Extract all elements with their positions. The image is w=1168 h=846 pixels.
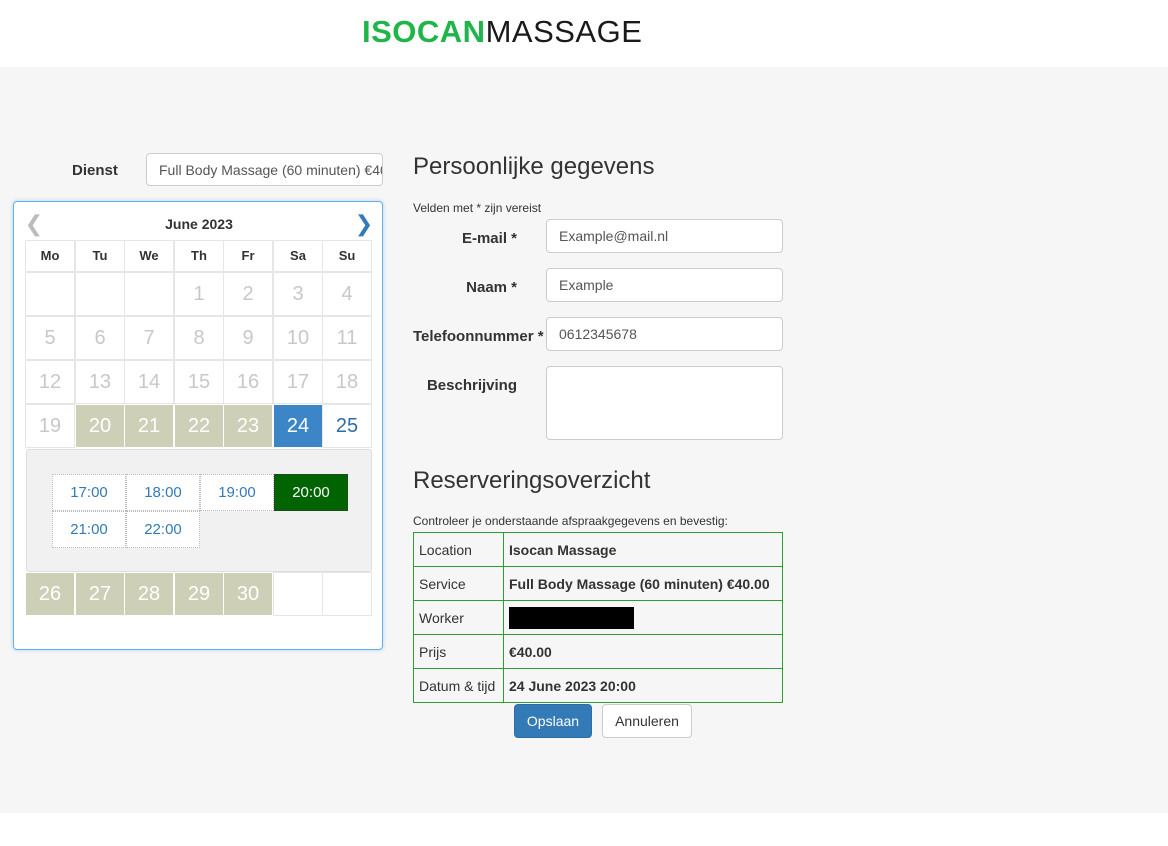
weekday-header: Fr (223, 240, 273, 272)
phone-field[interactable]: 0612345678 (546, 317, 783, 351)
time-slot[interactable]: 17:00 (52, 474, 126, 511)
calendar-day: 9 (223, 316, 273, 360)
calendar-day: 3 (273, 272, 323, 316)
weekday-header: Mo (25, 240, 75, 272)
time-slot[interactable]: 22:00 (126, 511, 200, 548)
table-row: Datum & tijd 24 June 2023 20:00 (413, 668, 783, 703)
overview-key: Datum & tijd (413, 668, 504, 703)
weekday-header: We (124, 240, 174, 272)
calendar-day: 25 (322, 404, 372, 448)
logo-brand-rest: MASSAGE (485, 14, 643, 49)
weekday-header: Su (322, 240, 372, 272)
calendar-day: 19 (25, 404, 75, 448)
calendar-day: 10 (273, 316, 323, 360)
calendar-empty-cell (75, 272, 125, 316)
calendar-day[interactable]: 27 (75, 572, 125, 616)
calendar-day: 6 (75, 316, 125, 360)
calendar-day: 12 (25, 360, 75, 404)
service-select[interactable]: Full Body Massage (60 minuten) €40.00 (146, 153, 383, 186)
time-slot-panel: 17:00 18:00 19:00 20:00 21:00 22:00 (26, 449, 372, 572)
calendar: ❮ June 2023 ❯ Mo Tu We Th Fr Sa Su 1 2 3 4 5 6 7 8 9 10 1… (13, 201, 383, 650)
overview-key: Location (413, 532, 504, 567)
overview-key: Worker (413, 600, 504, 635)
calendar-day: 13 (75, 360, 125, 404)
overview-title: Reserveringsoverzicht (413, 467, 651, 494)
calendar-day: 11 (322, 316, 372, 360)
logo[interactable]: ISOCANMASSAGE (362, 14, 642, 50)
calendar-day[interactable]: 22 (174, 404, 224, 448)
description-label: Beschrijving (426, 377, 517, 394)
description-textarea[interactable] (546, 366, 783, 440)
calendar-day: 5 (25, 316, 75, 360)
calendar-day[interactable]: 26 (25, 572, 75, 616)
calendar-day: 4 (322, 272, 372, 316)
calendar-day[interactable]: 24 (273, 404, 323, 448)
calendar-day[interactable]: 28 (124, 572, 174, 616)
calendar-day: 2 (223, 272, 273, 316)
service-label: Dienst (72, 162, 118, 179)
next-month-icon[interactable]: ❯ (354, 213, 374, 238)
calendar-day: 7 (124, 316, 174, 360)
calendar-day[interactable]: 20 (75, 404, 125, 448)
calendar-day: 8 (174, 316, 224, 360)
calendar-month-title: June 2023 (165, 216, 233, 232)
weekday-header: Th (174, 240, 224, 272)
overview-value: Full Body Massage (60 minuten) €40.00 (503, 566, 783, 601)
calendar-empty-cell (25, 272, 75, 316)
calendar-day: 17 (273, 360, 323, 404)
overview-table: Location Isocan Massage Service Full Bod… (413, 532, 783, 703)
email-field[interactable]: Example@mail.nl (546, 219, 783, 253)
calendar-day[interactable]: 21 (124, 404, 174, 448)
overview-value: €40.00 (503, 634, 783, 669)
name-label: Naam * (466, 279, 517, 296)
overview-value: 24 June 2023 20:00 (503, 668, 783, 703)
calendar-empty-cell (124, 272, 174, 316)
required-fields-note: Velden met * zijn vereist (413, 201, 542, 215)
phone-label: Telefoonnummer * (413, 328, 544, 345)
overview-key: Prijs (413, 634, 504, 669)
save-button[interactable]: Opslaan (514, 704, 592, 738)
table-row: Service Full Body Massage (60 minuten) €… (413, 566, 783, 601)
calendar-day: 1 (174, 272, 224, 316)
header: ISOCANMASSAGE (0, 0, 1168, 67)
calendar-day: 15 (174, 360, 224, 404)
weekday-header: Sa (273, 240, 323, 272)
time-slot[interactable]: 18:00 (126, 474, 200, 511)
email-label: E-mail * (461, 230, 517, 247)
table-row: Prijs €40.00 (413, 634, 783, 669)
time-slot[interactable]: 19:00 (200, 474, 274, 511)
table-row: Location Isocan Massage (413, 532, 783, 567)
logo-brand: ISOCAN (362, 14, 486, 49)
time-slot[interactable]: 21:00 (52, 511, 126, 548)
calendar-empty-cell (273, 572, 323, 616)
calendar-day[interactable]: 30 (223, 572, 273, 616)
table-row: Worker (413, 600, 783, 635)
time-slot[interactable]: 20:00 (274, 474, 348, 511)
overview-value: Isocan Massage (503, 532, 783, 567)
name-field[interactable]: Example (546, 268, 783, 302)
personal-data-title: Persoonlijke gegevens (413, 153, 655, 180)
calendar-empty-cell (322, 572, 372, 616)
calendar-day: 16 (223, 360, 273, 404)
calendar-day[interactable]: 23 (223, 404, 273, 448)
cancel-button[interactable]: Annuleren (602, 704, 692, 738)
redacted-block (509, 606, 634, 629)
overview-note: Controleer je onderstaande afspraakgegev… (413, 514, 728, 528)
calendar-day: 14 (124, 360, 174, 404)
overview-value-worker (503, 600, 783, 635)
calendar-day[interactable]: 29 (174, 572, 224, 616)
calendar-day: 18 (322, 360, 372, 404)
weekday-header: Tu (75, 240, 125, 272)
overview-key: Service (413, 566, 504, 601)
